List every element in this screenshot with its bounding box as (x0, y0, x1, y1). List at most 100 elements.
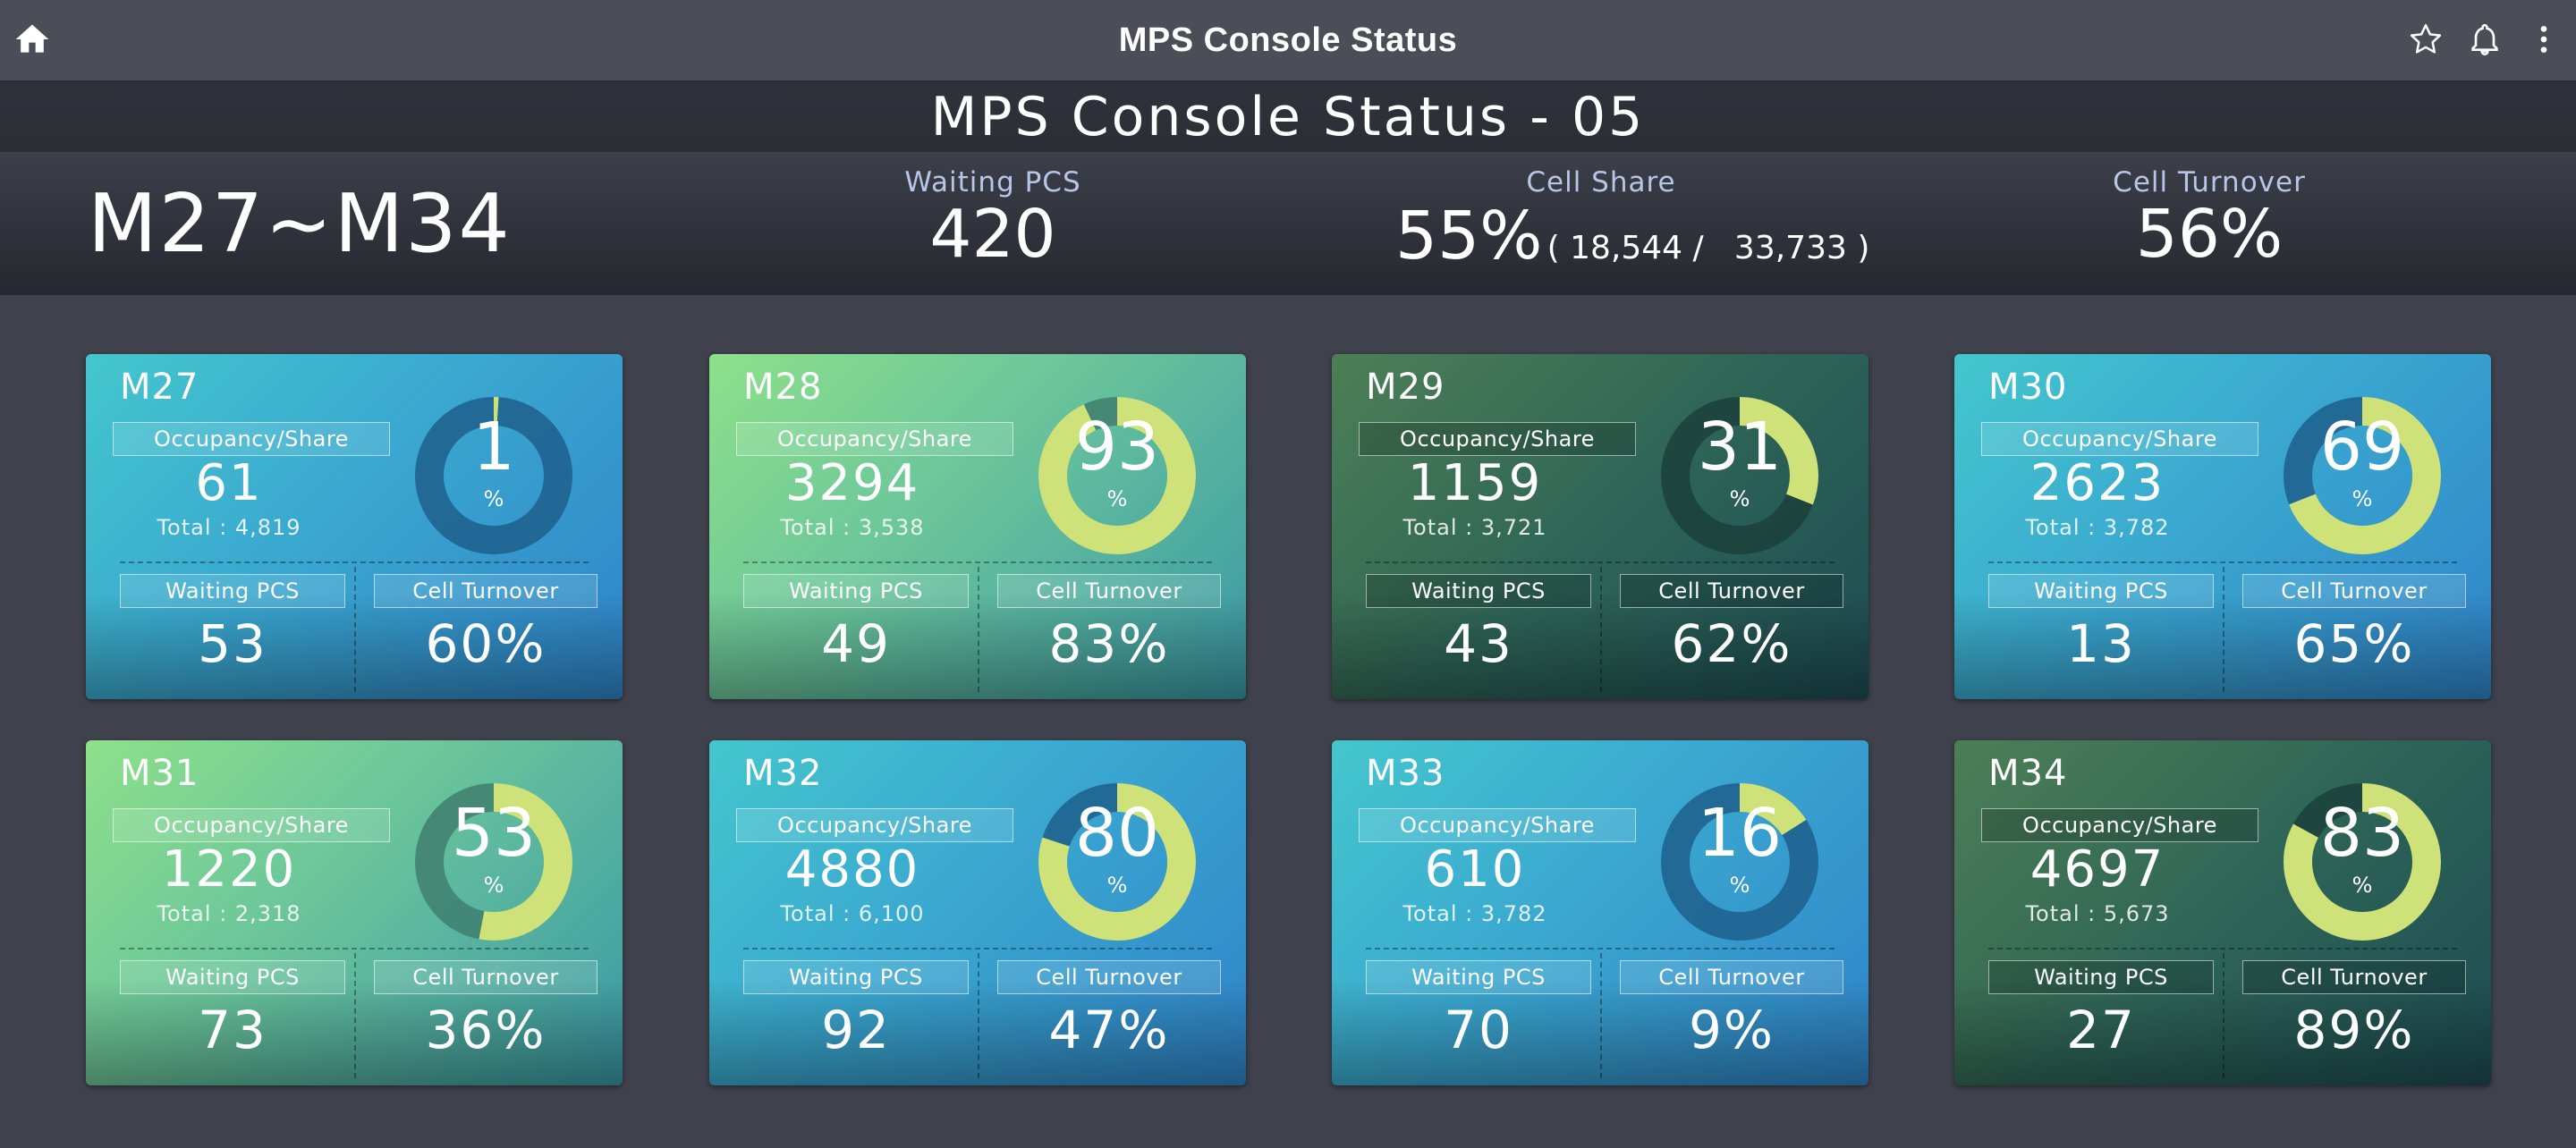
total-value: Total : 3,721 (1402, 515, 1547, 540)
card-vertical-divider (978, 567, 979, 692)
waiting-label: Waiting PCS (743, 960, 969, 994)
machine-card-m33[interactable]: M33 Occupancy/Share 610 Total : 3,782 16… (1332, 740, 1868, 1085)
turnover-label: Cell Turnover (1620, 960, 1843, 994)
share-percent: 53 (451, 795, 537, 872)
card-name: M32 (743, 753, 823, 794)
occupancy-label: Occupancy/Share (113, 422, 390, 456)
machine-card-m29[interactable]: M29 Occupancy/Share 1159 Total : 3,721 3… (1332, 354, 1868, 699)
total-value: Total : 3,782 (2025, 515, 2170, 540)
card-name: M31 (120, 753, 199, 794)
occupancy-label: Occupancy/Share (1359, 422, 1636, 456)
card-name: M34 (1988, 753, 2068, 794)
machine-card-m27[interactable]: M27 Occupancy/Share 61 Total : 4,819 1 %… (86, 354, 623, 699)
card-divider (1988, 948, 2457, 950)
waiting-value: 49 (821, 613, 891, 674)
occupancy-value: 1220 (161, 840, 297, 899)
waiting-value: 13 (2066, 613, 2136, 674)
waiting-label: Waiting PCS (1366, 574, 1591, 608)
occupancy-label: Occupancy/Share (113, 808, 390, 842)
total-value: Total : 5,673 (2025, 901, 2170, 926)
turnover-value: 47% (1048, 1000, 1170, 1060)
waiting-value: 27 (2066, 1000, 2136, 1060)
app-title: MPS Console Status (1118, 21, 1458, 59)
turnover-label: Cell Turnover (2242, 574, 2466, 608)
occupancy-value: 610 (1424, 840, 1526, 899)
summary-share-detail: ( 18,544 / 33,733 ) (1546, 230, 1870, 266)
machine-card-m34[interactable]: M34 Occupancy/Share 4697 Total : 5,673 8… (1954, 740, 2491, 1085)
turnover-label: Cell Turnover (374, 960, 597, 994)
occupancy-label: Occupancy/Share (736, 422, 1013, 456)
card-divider (1366, 561, 1835, 563)
card-divider (120, 561, 589, 563)
turnover-value: 36% (425, 1000, 547, 1060)
waiting-label: Waiting PCS (743, 574, 969, 608)
card-vertical-divider (354, 567, 356, 692)
share-percent: 16 (1697, 795, 1783, 872)
share-percent: 31 (1697, 409, 1783, 485)
summary-turnover-value: 56% (2135, 196, 2284, 273)
machine-card-m32[interactable]: M32 Occupancy/Share 4880 Total : 6,100 8… (709, 740, 1246, 1085)
share-donut: 69 % (2257, 392, 2468, 560)
card-divider (1366, 948, 1835, 950)
card-name: M33 (1366, 753, 1445, 794)
share-donut: 31 % (1634, 392, 1845, 560)
machine-card-m30[interactable]: M30 Occupancy/Share 2623 Total : 3,782 6… (1954, 354, 2491, 699)
machine-card-m28[interactable]: M28 Occupancy/Share 3294 Total : 3,538 9… (709, 354, 1246, 699)
occupancy-label: Occupancy/Share (1981, 422, 2258, 456)
console-title-band: MPS Console Status - 05 (0, 80, 2576, 152)
occupancy-label: Occupancy/Share (736, 808, 1013, 842)
turnover-label: Cell Turnover (2242, 960, 2466, 994)
occupancy-value: 2623 (2029, 454, 2165, 512)
card-vertical-divider (354, 953, 356, 1078)
waiting-label: Waiting PCS (120, 960, 345, 994)
card-divider (743, 561, 1212, 563)
turnover-label: Cell Turnover (997, 960, 1221, 994)
share-percent-unit: % (1729, 486, 1750, 511)
card-vertical-divider (978, 953, 979, 1078)
machine-card-m31[interactable]: M31 Occupancy/Share 1220 Total : 2,318 5… (86, 740, 623, 1085)
occupancy-label: Occupancy/Share (1981, 808, 2258, 842)
star-icon[interactable] (2406, 20, 2445, 59)
summary-waiting-label: Waiting PCS (904, 166, 1081, 198)
waiting-label: Waiting PCS (1988, 574, 2214, 608)
waiting-label: Waiting PCS (120, 574, 345, 608)
waiting-value: 53 (198, 613, 267, 674)
card-vertical-divider (1600, 567, 1602, 692)
turnover-label: Cell Turnover (374, 574, 597, 608)
share-percent-unit: % (2351, 486, 2373, 511)
share-percent-unit: % (1106, 873, 1128, 898)
share-donut: 1 % (388, 392, 599, 560)
card-divider (120, 948, 589, 950)
share-percent: 83 (2319, 795, 2405, 872)
occupancy-value: 4880 (784, 840, 920, 899)
bell-icon[interactable] (2465, 20, 2504, 59)
occupancy-value: 4697 (2029, 840, 2165, 899)
occupancy-value: 3294 (784, 454, 920, 512)
waiting-label: Waiting PCS (1988, 960, 2214, 994)
share-percent: 80 (1074, 795, 1160, 872)
turnover-value: 62% (1671, 613, 1792, 674)
total-value: Total : 6,100 (780, 901, 925, 926)
share-percent: 93 (1074, 409, 1160, 485)
share-percent-unit: % (483, 486, 504, 511)
waiting-value: 43 (1444, 613, 1513, 674)
card-name: M29 (1366, 367, 1445, 408)
share-percent: 1 (472, 409, 515, 485)
card-vertical-divider (1600, 953, 1602, 1078)
share-percent-unit: % (483, 873, 504, 898)
occupancy-value: 1159 (1407, 454, 1543, 512)
turnover-value: 65% (2293, 613, 2415, 674)
summary-turnover-label: Cell Turnover (2113, 166, 2306, 198)
summary-waiting: Waiting PCS 420 (841, 166, 1145, 272)
share-percent-unit: % (1729, 873, 1750, 898)
turnover-label: Cell Turnover (997, 574, 1221, 608)
occupancy-label: Occupancy/Share (1359, 808, 1636, 842)
home-icon[interactable] (13, 20, 52, 59)
card-vertical-divider (2223, 567, 2224, 692)
share-donut: 53 % (388, 778, 599, 946)
more-vert-icon[interactable] (2524, 20, 2563, 59)
machine-range: M27~M34 (88, 177, 512, 271)
occupancy-value: 61 (195, 454, 263, 512)
summary-band: M27~M34 Waiting PCS 420 Cell Share 55% (… (0, 154, 2576, 295)
summary-share: Cell Share 55% ( 18,544 / 33,733 ) (1395, 166, 1869, 274)
